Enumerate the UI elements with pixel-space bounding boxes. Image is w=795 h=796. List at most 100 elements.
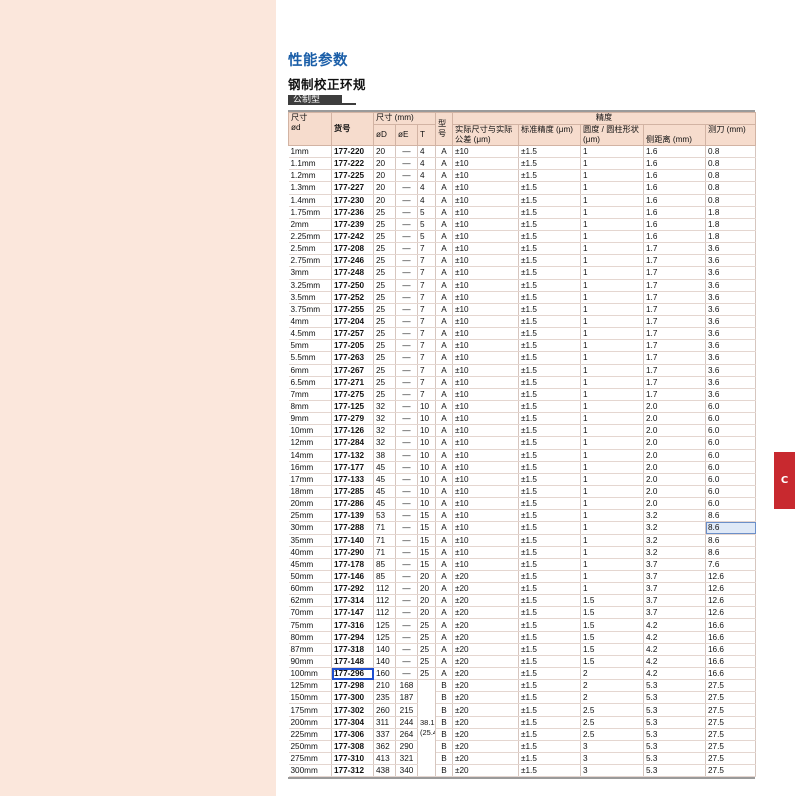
code-cell[interactable]: 177-318 bbox=[331, 643, 374, 656]
header-model: 型号 bbox=[435, 112, 453, 146]
size-cell: 17mm bbox=[288, 473, 332, 486]
code-cell[interactable]: 177-208 bbox=[331, 242, 374, 256]
std-prec-cell: ±1.5 bbox=[518, 376, 581, 389]
code-cell[interactable]: 177-177 bbox=[331, 461, 374, 474]
code-cell[interactable]: 177-126 bbox=[331, 424, 374, 438]
size-cell: 1.3mm bbox=[288, 181, 332, 195]
code-cell[interactable]: 177-271 bbox=[331, 376, 374, 389]
code-cell[interactable]: 177-227 bbox=[331, 181, 374, 195]
code-cell[interactable]: 177-242 bbox=[331, 230, 374, 244]
header-dims-d: øD bbox=[373, 124, 396, 146]
code-cell[interactable]: 177-284 bbox=[331, 436, 374, 450]
code-cell[interactable]: 177-148 bbox=[331, 655, 374, 669]
code-cell[interactable]: 177-298 bbox=[331, 679, 374, 693]
dim-t-cell: 10 bbox=[417, 497, 436, 511]
code-cell[interactable]: 177-288 bbox=[331, 521, 374, 535]
code-cell[interactable]: 177-125 bbox=[331, 400, 374, 414]
edge-dist-cell: 2.0 bbox=[643, 424, 706, 438]
code-cell[interactable]: 177-133 bbox=[331, 473, 374, 486]
code-cell[interactable]: 177-292 bbox=[331, 582, 374, 596]
code-cell[interactable]: 177-246 bbox=[331, 254, 374, 268]
code-cell[interactable]: 177-316 bbox=[331, 618, 374, 632]
table-row: 50mm 177-146 85—20 A ±20 ±1.5 1 3.7 12.6 bbox=[288, 570, 757, 584]
header-size: 尺寸 ød bbox=[288, 112, 332, 146]
dim-d-cell: 32 bbox=[373, 424, 396, 438]
measure-cell: 3.6 bbox=[705, 279, 757, 292]
code-cell[interactable]: 177-267 bbox=[331, 364, 374, 377]
measure-cell: 6.0 bbox=[705, 497, 757, 511]
code-cell[interactable]: 177-204 bbox=[331, 315, 374, 329]
actual-dev-cell: ±10 bbox=[452, 436, 519, 450]
table-row: 9mm 177-279 32—10 A ±10 ±1.5 1 2.0 6.0 bbox=[288, 412, 757, 426]
table-row: 3.75mm 177-255 25—7 A ±10 ±1.5 1 1.7 3.6 bbox=[288, 303, 757, 316]
measure-cell: 8.6 bbox=[705, 509, 757, 523]
dim-t-cell: 15 bbox=[417, 534, 436, 547]
dim-e-cell: — bbox=[395, 618, 418, 632]
code-cell[interactable]: 177-312 bbox=[331, 764, 374, 778]
code-cell[interactable]: 177-296 bbox=[331, 667, 374, 681]
code-cell[interactable]: 177-252 bbox=[331, 291, 374, 304]
code-cell[interactable]: 177-286 bbox=[331, 497, 374, 511]
code-cell[interactable]: 177-310 bbox=[331, 752, 374, 766]
code-cell[interactable]: 177-236 bbox=[331, 206, 374, 219]
code-cell[interactable]: 177-178 bbox=[331, 558, 374, 571]
code-cell[interactable]: 177-250 bbox=[331, 279, 374, 292]
code-cell[interactable]: 177-263 bbox=[331, 351, 374, 365]
code-cell[interactable]: 177-225 bbox=[331, 169, 374, 183]
model-cell: A bbox=[435, 376, 453, 389]
dim-e-cell: — bbox=[395, 570, 418, 584]
code-cell[interactable]: 177-308 bbox=[331, 740, 374, 754]
code-cell[interactable]: 177-139 bbox=[331, 509, 374, 523]
actual-dev-cell: ±10 bbox=[452, 254, 519, 268]
code-cell[interactable]: 177-304 bbox=[331, 716, 374, 729]
dim-e-cell: 244 bbox=[395, 716, 418, 729]
std-prec-cell: ±1.5 bbox=[518, 291, 581, 304]
table-row: 1.75mm 177-236 25—5 A ±10 ±1.5 1 1.6 1.8 bbox=[288, 206, 757, 219]
dim-e-cell: — bbox=[395, 643, 418, 656]
code-cell[interactable]: 177-255 bbox=[331, 303, 374, 316]
type-tag-tail bbox=[342, 103, 356, 105]
code-cell[interactable]: 177-140 bbox=[331, 534, 374, 547]
code-cell[interactable]: 177-239 bbox=[331, 218, 374, 231]
dim-d-cell: 235 bbox=[373, 691, 396, 705]
roundness-cell: 1 bbox=[580, 206, 644, 219]
actual-dev-cell: ±10 bbox=[452, 534, 519, 547]
edge-dist-cell: 1.6 bbox=[643, 218, 706, 231]
code-cell[interactable]: 177-275 bbox=[331, 388, 374, 401]
dim-e-cell: — bbox=[395, 388, 418, 401]
dim-d-cell: 20 bbox=[373, 181, 396, 195]
model-cell: A bbox=[435, 315, 453, 329]
size-cell: 2mm bbox=[288, 218, 332, 231]
code-cell[interactable]: 177-314 bbox=[331, 594, 374, 608]
code-cell[interactable]: 177-132 bbox=[331, 449, 374, 462]
code-cell[interactable]: 177-294 bbox=[331, 631, 374, 644]
code-cell[interactable]: 177-285 bbox=[331, 485, 374, 499]
size-cell: 40mm bbox=[288, 546, 332, 559]
dim-e-cell: — bbox=[395, 230, 418, 244]
code-cell[interactable]: 177-205 bbox=[331, 339, 374, 353]
std-prec-cell: ±1.5 bbox=[518, 242, 581, 256]
code-cell[interactable]: 177-248 bbox=[331, 266, 374, 280]
std-prec-cell: ±1.5 bbox=[518, 667, 581, 681]
code-cell[interactable]: 177-222 bbox=[331, 157, 374, 171]
code-cell[interactable]: 177-257 bbox=[331, 327, 374, 341]
model-cell: A bbox=[435, 303, 453, 316]
dim-t-cell: 25 bbox=[417, 631, 436, 644]
dim-e-cell: — bbox=[395, 145, 418, 159]
std-prec-cell: ±1.5 bbox=[518, 412, 581, 426]
code-cell[interactable]: 177-279 bbox=[331, 412, 374, 426]
code-cell[interactable]: 177-290 bbox=[331, 546, 374, 559]
code-cell[interactable]: 177-230 bbox=[331, 194, 374, 207]
code-cell[interactable]: 177-302 bbox=[331, 703, 374, 717]
size-cell: 3mm bbox=[288, 266, 332, 280]
code-cell[interactable]: 177-306 bbox=[331, 728, 374, 741]
dim-e-cell: — bbox=[395, 582, 418, 596]
dim-t-cell: 7 bbox=[417, 242, 436, 256]
code-cell[interactable]: 177-220 bbox=[331, 145, 374, 159]
code-cell[interactable]: 177-147 bbox=[331, 606, 374, 620]
model-cell: B bbox=[435, 752, 453, 766]
model-cell: A bbox=[435, 181, 453, 195]
side-chapter-tab[interactable]: C bbox=[774, 452, 795, 509]
code-cell[interactable]: 177-300 bbox=[331, 691, 374, 705]
code-cell[interactable]: 177-146 bbox=[331, 570, 374, 584]
